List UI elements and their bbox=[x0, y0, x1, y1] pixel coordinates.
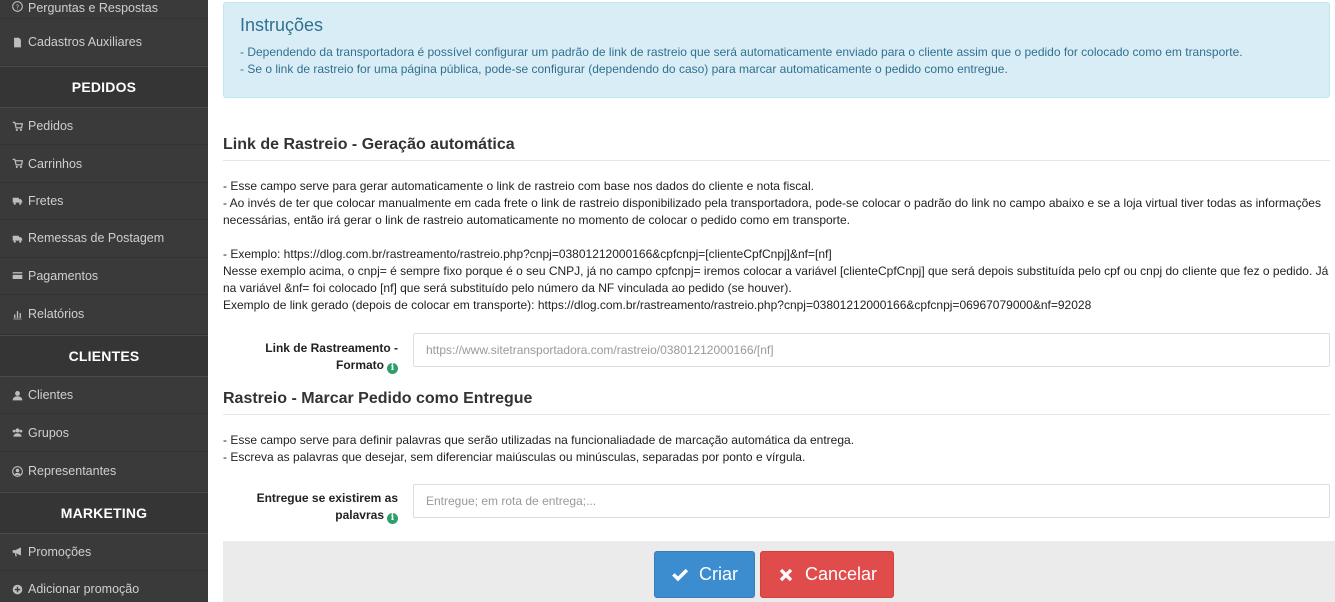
file-icon bbox=[10, 37, 24, 48]
desc-line: - Esse campo serve para gerar automatica… bbox=[223, 179, 814, 193]
field-label-text: Link de Rastreamento - Formato bbox=[265, 341, 398, 372]
question-circle-icon: ? bbox=[10, 1, 24, 12]
cancel-button-label: Cancelar bbox=[804, 564, 878, 584]
sidebar-item-label: Representantes bbox=[28, 464, 117, 479]
desc-line bbox=[223, 229, 1330, 246]
sidebar-heading-marketing: MARKETING bbox=[0, 491, 208, 534]
sidebar-item-remessas[interactable]: Remessas de Postagem bbox=[0, 220, 208, 258]
sidebar-item-cadastros[interactable]: Cadastros Auxiliares bbox=[0, 19, 208, 66]
desc-line: - Ao invés de ter que colocar manualment… bbox=[223, 196, 1321, 227]
check-icon bbox=[672, 568, 689, 581]
sidebar-item-label: Adicionar promoção bbox=[28, 582, 140, 597]
create-button[interactable]: Criar bbox=[654, 551, 755, 598]
user-icon bbox=[10, 390, 24, 401]
sidebar-heading-clientes: CLIENTES bbox=[0, 334, 208, 377]
bar-chart-icon bbox=[10, 309, 24, 320]
cancel-button[interactable]: Cancelar bbox=[760, 551, 894, 598]
alert-title: Instruções bbox=[240, 15, 324, 35]
sidebar-item-label: Promoções bbox=[28, 544, 92, 559]
sidebar-item-grupos[interactable]: Grupos bbox=[0, 414, 208, 452]
sidebar-heading-pedidos: PEDIDOS bbox=[0, 66, 208, 108]
sidebar-item-label: Grupos bbox=[28, 425, 69, 440]
credit-card-icon bbox=[10, 270, 24, 281]
sidebar-item-label: Pedidos bbox=[28, 119, 74, 134]
delivered-words-input[interactable] bbox=[413, 484, 1330, 518]
section-description: - Esse campo serve para definir palavras… bbox=[223, 432, 1330, 466]
user-circle-icon bbox=[10, 465, 24, 477]
plus-circle-icon bbox=[10, 584, 24, 595]
truck-icon bbox=[10, 195, 24, 206]
sidebar-item-perguntas[interactable]: ? Perguntas e Respostas bbox=[0, 0, 208, 19]
desc-line: Nesse exemplo acima, o cnpj= é sempre fi… bbox=[223, 264, 1329, 295]
sidebar-item-relatorios[interactable]: Relatórios bbox=[0, 295, 208, 335]
sidebar-item-carrinhos[interactable]: Carrinhos bbox=[0, 145, 208, 183]
field-label-palavras: Entregue se existirem as palavras i bbox=[223, 490, 398, 524]
svg-text:?: ? bbox=[15, 3, 19, 11]
sidebar-item-pagamentos[interactable]: Pagamentos bbox=[0, 258, 208, 295]
sidebar-item-label: Perguntas e Respostas bbox=[28, 1, 158, 15]
sidebar-item-label: Fretes bbox=[28, 193, 64, 208]
info-icon[interactable]: i bbox=[387, 363, 398, 374]
sidebar: ? Perguntas e Respostas Cadastros Auxili… bbox=[0, 0, 208, 602]
cart-icon bbox=[10, 158, 24, 169]
section-title-marcar-entregue: Rastreio - Marcar Pedido como Entregue bbox=[223, 390, 1330, 415]
section-title-link-rastreio: Link de Rastreio - Geração automática bbox=[223, 136, 1330, 161]
sidebar-item-label: Relatórios bbox=[28, 307, 85, 322]
truck-icon bbox=[10, 233, 24, 244]
alert-line: - Dependendo da transportadora é possíve… bbox=[240, 45, 1243, 59]
sidebar-item-pedidos[interactable]: Pedidos bbox=[0, 108, 208, 146]
sidebar-item-representantes[interactable]: Representantes bbox=[0, 452, 208, 492]
sidebar-item-label: Carrinhos bbox=[28, 156, 83, 171]
sidebar-item-adicionar-promocao[interactable]: Adicionar promoção bbox=[0, 571, 208, 602]
sidebar-item-label: Clientes bbox=[28, 388, 74, 403]
cart-icon bbox=[10, 121, 24, 132]
link-format-input[interactable] bbox=[413, 333, 1330, 367]
sidebar-item-label: Cadastros Auxiliares bbox=[28, 35, 142, 49]
desc-line: - Exemplo: https://dlog.com.br/rastreame… bbox=[223, 247, 832, 261]
sidebar-item-label: Pagamentos bbox=[28, 268, 99, 283]
sidebar-item-fretes[interactable]: Fretes bbox=[0, 183, 208, 221]
close-icon bbox=[779, 568, 793, 581]
form-actions-bar: Criar Cancelar bbox=[223, 541, 1335, 602]
field-label-text: Entregue se existirem as palavras bbox=[256, 491, 398, 522]
form-row-palavras: Entregue se existirem as palavras i bbox=[223, 484, 1330, 524]
section-description: - Esse campo serve para gerar automatica… bbox=[223, 178, 1330, 314]
desc-line: - Escreva as palavras que desejar, sem d… bbox=[223, 450, 806, 464]
alert-line: - Se o link de rastreio for uma página p… bbox=[240, 62, 1008, 76]
sidebar-item-promocoes[interactable]: Promoções bbox=[0, 534, 208, 572]
users-icon bbox=[10, 427, 24, 438]
create-button-label: Criar bbox=[699, 564, 738, 584]
main-content: Instruções - Dependendo da transportador… bbox=[208, 0, 1335, 602]
desc-line: Exemplo de link gerado (depois de coloca… bbox=[223, 298, 1092, 312]
sidebar-item-clientes[interactable]: Clientes bbox=[0, 377, 208, 415]
sidebar-item-label: Remessas de Postagem bbox=[28, 231, 165, 246]
bullhorn-icon bbox=[10, 546, 24, 557]
field-label-link-formato: Link de Rastreamento - Formato i bbox=[223, 340, 398, 374]
desc-line: - Esse campo serve para definir palavras… bbox=[223, 433, 855, 447]
info-icon[interactable]: i bbox=[387, 513, 398, 524]
instructions-alert: Instruções - Dependendo da transportador… bbox=[223, 2, 1330, 98]
form-row-link-formato: Link de Rastreamento - Formato i bbox=[223, 333, 1330, 374]
